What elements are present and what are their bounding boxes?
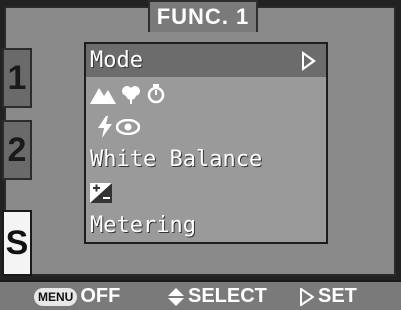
- submenu-arrow-icon: [302, 51, 316, 71]
- set-hint: SET: [300, 285, 357, 308]
- menu-item-label: Metering: [90, 213, 196, 238]
- tab-2[interactable]: 2: [2, 120, 32, 180]
- select-label: SELECT: [188, 285, 267, 307]
- red-eye-icon: [116, 118, 140, 135]
- tab-setup[interactable]: S: [2, 210, 32, 276]
- page-title: FUNC. 1: [148, 0, 258, 32]
- menu-off-hint: MENU OFF: [34, 285, 120, 308]
- menu-item-scene-icons[interactable]: [86, 77, 326, 110]
- menu-list: Mode White Balance Metering: [84, 42, 328, 244]
- select-hint: SELECT: [168, 285, 267, 308]
- macro-flower-icon: [120, 84, 142, 104]
- menu-item-metering[interactable]: Metering: [86, 209, 326, 242]
- up-down-arrows-icon: [168, 287, 184, 306]
- self-timer-icon: [146, 83, 166, 104]
- menu-item-mode[interactable]: Mode: [86, 44, 326, 77]
- menu-item-flash[interactable]: [86, 110, 326, 143]
- menu-item-white-balance[interactable]: White Balance: [86, 143, 326, 176]
- menu-button-icon: MENU: [34, 287, 78, 306]
- menu-item-label: White Balance: [90, 147, 263, 172]
- menu-item-exposure-comp[interactable]: [86, 176, 326, 209]
- camera-menu-screen: FUNC. 1 1 2 S Mode White Balance Meterin…: [0, 0, 401, 310]
- right-arrow-icon: [300, 287, 314, 306]
- landscape-icon: [90, 84, 116, 104]
- off-label: OFF: [80, 285, 121, 307]
- footer-hints: MENU OFF SELECT SET: [0, 280, 401, 310]
- flash-icon: [98, 115, 112, 138]
- menu-item-label: Mode: [90, 48, 143, 73]
- tab-1[interactable]: 1: [2, 48, 32, 108]
- exposure-compensation-icon: [90, 182, 112, 203]
- set-label: SET: [318, 285, 357, 307]
